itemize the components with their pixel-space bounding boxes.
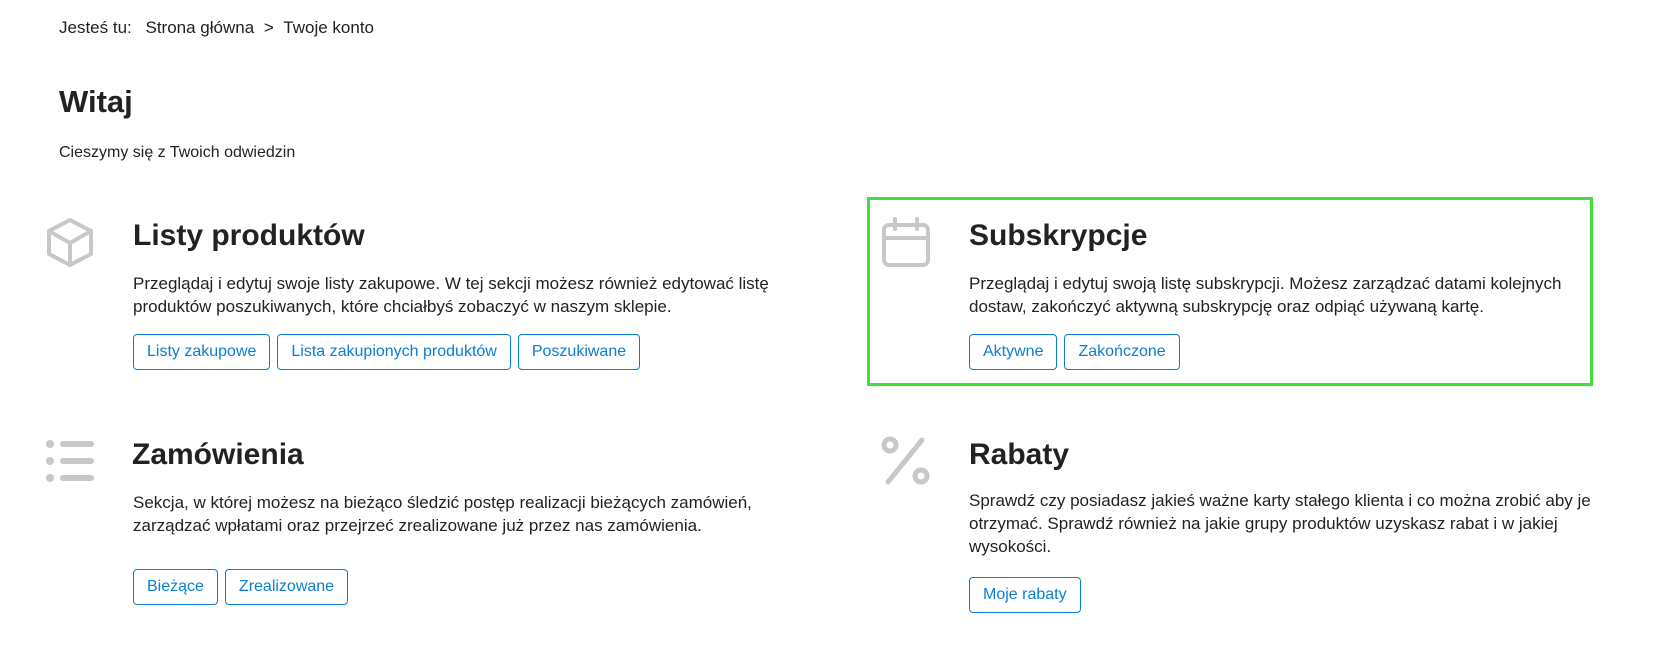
- section-title: Rabaty: [969, 438, 1070, 471]
- breadcrumb: Jesteś tu: Strona główna > Twoje konto: [59, 18, 374, 38]
- shopping-lists-button[interactable]: Listy zakupowe: [133, 334, 271, 370]
- breadcrumb-label: Jesteś tu:: [59, 18, 132, 37]
- section-orders: Zamówienia Sekcja, w której możesz na bi…: [44, 435, 814, 610]
- section-title: Zamówienia: [132, 438, 304, 471]
- section-title: Subskrypcje: [969, 219, 1148, 252]
- section-description: Przeglądaj i edytuj swoje listy zakupowe…: [133, 274, 769, 316]
- breadcrumb-current: Twoje konto: [283, 18, 375, 37]
- list-icon: [44, 435, 96, 487]
- section-subscriptions: Subskrypcje Przeglądaj i edytuj swoją li…: [880, 216, 1600, 376]
- section-discounts: Rabaty Sprawdź czy posiadasz jakieś ważn…: [880, 435, 1600, 625]
- page-subtitle: Cieszymy się z Twoich odwiedzin: [59, 144, 296, 161]
- ended-subscriptions-button[interactable]: Zakończone: [1064, 334, 1180, 370]
- active-subscriptions-button[interactable]: Aktywne: [969, 334, 1058, 370]
- current-orders-button[interactable]: Bieżące: [133, 569, 218, 605]
- section-buttons: Moje rabaty: [969, 577, 1081, 613]
- purchased-products-button[interactable]: Lista zakupionych produktów: [277, 334, 511, 370]
- section-product-lists: Listy produktów Przeglądaj i edytuj swoj…: [44, 216, 814, 376]
- calendar-icon: [880, 216, 932, 268]
- section-title: Listy produktów: [133, 219, 365, 252]
- section-buttons: Aktywne Zakończone: [969, 334, 1180, 370]
- section-description: Sekcja, w której możesz na bieżąco śledz…: [133, 493, 752, 535]
- breadcrumb-home-link[interactable]: Strona główna: [146, 18, 255, 37]
- wanted-button[interactable]: Poszukiwane: [517, 334, 641, 370]
- box-icon: [44, 216, 96, 268]
- my-discounts-button[interactable]: Moje rabaty: [969, 577, 1081, 613]
- section-description: Przeglądaj i edytuj swoją listę subskryp…: [969, 274, 1562, 316]
- section-buttons: Bieżące Zrealizowane: [133, 569, 349, 605]
- section-description: Sprawdź czy posiadasz jakieś ważne karty…: [969, 491, 1591, 556]
- section-buttons: Listy zakupowe Lista zakupionych produkt…: [133, 334, 641, 370]
- percent-icon: [880, 435, 932, 487]
- completed-orders-button[interactable]: Zrealizowane: [224, 569, 349, 605]
- breadcrumb-separator: >: [263, 18, 274, 37]
- page-title: Witaj: [59, 84, 133, 119]
